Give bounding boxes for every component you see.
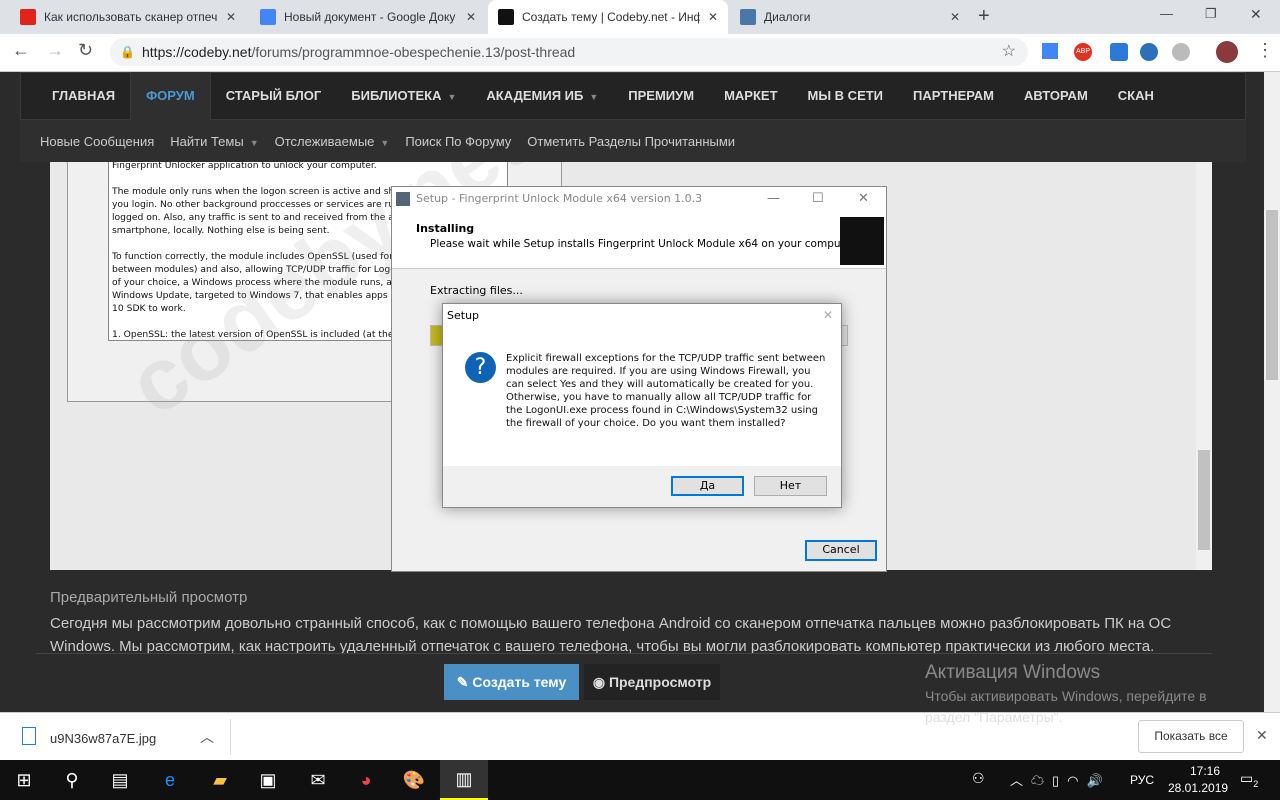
file-icon	[22, 727, 36, 745]
notifications-icon[interactable]: ▭2	[1240, 770, 1258, 789]
tab-codeby-create-thread[interactable]: Создать тему | Codeby.net - Инф ✕	[488, 0, 728, 34]
maximize-button[interactable]: ☐	[812, 187, 824, 211]
tab-dialogs[interactable]: Диалоги ✕	[730, 0, 970, 34]
nav-social[interactable]: МЫ В СЕТИ	[793, 72, 899, 120]
close-download-bar-icon[interactable]: ✕	[1256, 727, 1268, 744]
setup-titlebar: Setup - Fingerprint Unlock Module x64 ve…	[392, 187, 886, 211]
close-window-button[interactable]: ✕	[1250, 6, 1262, 23]
main-nav: ГЛАВНАЯ ФОРУМ СТАРЫЙ БЛОГ БИБЛИОТЕКА ▼ АК…	[20, 72, 1246, 120]
caret-down-icon: ▼	[447, 92, 457, 102]
menu-kebab-icon[interactable]: ⋮	[1256, 40, 1274, 61]
lock-icon: 🔒	[120, 45, 135, 59]
subnav-new-posts[interactable]: Новые Сообщения	[40, 134, 154, 149]
create-thread-button[interactable]: ✎ Создать тему	[444, 664, 579, 700]
nav-old-blog[interactable]: СТАРЫЙ БЛОГ	[211, 72, 337, 120]
vk-messages-icon	[740, 9, 756, 25]
people-icon[interactable]: ⚇	[972, 770, 985, 787]
nav-forum[interactable]: ФОРУМ	[130, 72, 211, 120]
sub-nav: Новые Сообщения Найти Темы ▼ Отслеживаемы…	[20, 120, 1246, 162]
nav-home[interactable]: ГЛАВНАЯ	[37, 72, 130, 120]
tab-strip: Как использовать сканер отпеч ✕ Новый док…	[0, 0, 1280, 34]
store-icon[interactable]: ▣	[244, 760, 292, 800]
windows-activation-text: Чтобы активировать Windows, перейдите в …	[925, 688, 1207, 725]
question-icon: ?	[465, 352, 496, 383]
nav-library[interactable]: БИБЛИОТЕКА ▼	[336, 72, 471, 120]
subnav-search-forum[interactable]: Поиск По Форуму	[405, 134, 511, 149]
minimize-button[interactable]: —	[1160, 6, 1173, 21]
clock-date[interactable]: 28.01.2019	[1168, 781, 1228, 795]
windows-activation-title: Активация Windows	[925, 662, 1101, 683]
address-bar-row: ← → ↻ 🔒 https://codeby.net/forums/program…	[0, 34, 1280, 72]
eye-icon: ◉	[592, 674, 609, 690]
nav-premium[interactable]: ПРЕМИУМ	[613, 72, 709, 120]
nav-academy[interactable]: АКАДЕМИЯ ИБ ▼	[471, 72, 613, 120]
back-button[interactable]: ←	[12, 40, 30, 61]
mail-icon[interactable]: ✉	[294, 760, 342, 800]
vpn-extension-icon[interactable]	[1140, 43, 1158, 61]
docs-icon	[260, 9, 276, 25]
profile-avatar[interactable]	[1216, 41, 1238, 63]
forward-button[interactable]: →	[46, 40, 64, 61]
nav-partners[interactable]: ПАРТНЕРАМ	[898, 72, 1009, 120]
adblock-extension-icon[interactable]: ABP	[1074, 43, 1092, 61]
close-tab-icon[interactable]: ✕	[950, 10, 960, 24]
start-windows-icon[interactable]: ⊞	[0, 760, 48, 800]
yes-button[interactable]: Да	[671, 476, 744, 496]
restore-button[interactable]: ❐	[1205, 6, 1217, 22]
subnav-watched[interactable]: Отслеживаемые ▼	[275, 134, 390, 149]
codeby-icon	[498, 9, 514, 25]
minimize-button[interactable]: —	[767, 187, 780, 211]
file-explorer-icon[interactable]: ▰	[196, 760, 244, 800]
subnav-find-threads[interactable]: Найти Темы ▼	[170, 134, 258, 149]
taskbar: ⊞ ⚲ ▤ e ▰ ▣ ✉ ◕ 🎨 ▥ ⚇ ︿☁▯◠🔊 РУС 17:16 28…	[0, 760, 1280, 800]
chrome-icon[interactable]: ◕	[342, 760, 390, 800]
close-button[interactable]: ✕	[823, 308, 833, 322]
caret-down-icon: ▼	[380, 137, 390, 148]
download-item[interactable]: u9N36w87a7E.jpg	[50, 731, 156, 746]
chevron-up-icon[interactable]: ︿	[200, 727, 214, 747]
editor-scrollbar[interactable]	[1196, 162, 1212, 570]
new-tab-button[interactable]: +	[978, 5, 990, 28]
clock-time[interactable]: 17:16	[1180, 764, 1230, 778]
close-tab-icon[interactable]: ✕	[708, 10, 718, 24]
task-view-icon[interactable]: ▤	[96, 760, 144, 800]
tab-favicon-icon	[20, 9, 36, 25]
preview-button[interactable]: ◉ Предпросмотр	[584, 664, 720, 700]
bookmark-star-icon[interactable]: ☆	[1002, 38, 1016, 66]
reload-button[interactable]: ↻	[78, 40, 93, 61]
globe-extension-icon[interactable]	[1172, 43, 1190, 61]
caret-down-icon: ▼	[589, 92, 599, 102]
cancel-button[interactable]: Cancel	[805, 540, 877, 561]
dropper-extension-icon[interactable]	[1110, 43, 1128, 61]
language-indicator[interactable]: РУС	[1130, 773, 1154, 787]
url-input[interactable]: 🔒 https://codeby.net/forums/programmnoe-o…	[110, 38, 1028, 66]
paint-icon[interactable]: 🎨	[390, 760, 438, 800]
close-button[interactable]: ✕	[858, 187, 869, 211]
tab-google-docs[interactable]: Новый документ - Google Доку ✕	[250, 0, 486, 34]
search-icon[interactable]: ⚲	[48, 760, 96, 800]
setup-taskbar-icon[interactable]: ▥	[440, 760, 488, 800]
caret-down-icon: ▼	[249, 137, 259, 148]
no-button[interactable]: Нет	[754, 476, 827, 496]
edge-icon[interactable]: e	[146, 760, 194, 800]
pencil-icon: ✎	[456, 674, 473, 690]
setup-header: Installing Please wait while Setup insta…	[392, 211, 886, 269]
translate-extension-icon[interactable]	[1042, 43, 1058, 59]
preview-text: Сегодня мы рассмотрим довольно странный …	[36, 612, 1212, 654]
firewall-dialog: Setup ✕ ? Explicit firewall exceptions f…	[442, 303, 842, 508]
subnav-mark-read[interactable]: Отметить Разделы Прочитанными	[527, 134, 735, 149]
nav-market[interactable]: МАРКЕТ	[709, 72, 792, 120]
nav-authors[interactable]: АВТОРАМ	[1009, 72, 1103, 120]
installer-icon	[396, 192, 410, 206]
tab-scanner-article[interactable]: Как использовать сканер отпеч ✕	[10, 0, 246, 34]
page-scrollbar[interactable]	[1264, 72, 1280, 712]
close-tab-icon[interactable]: ✕	[226, 10, 236, 24]
close-tab-icon[interactable]: ✕	[466, 10, 476, 24]
preview-heading: Предварительный просмотр	[50, 589, 248, 606]
installer-computer-icon	[840, 217, 884, 265]
tray-icons[interactable]: ︿☁▯◠🔊	[1010, 770, 1111, 789]
nav-scan[interactable]: СКАН	[1103, 72, 1169, 120]
